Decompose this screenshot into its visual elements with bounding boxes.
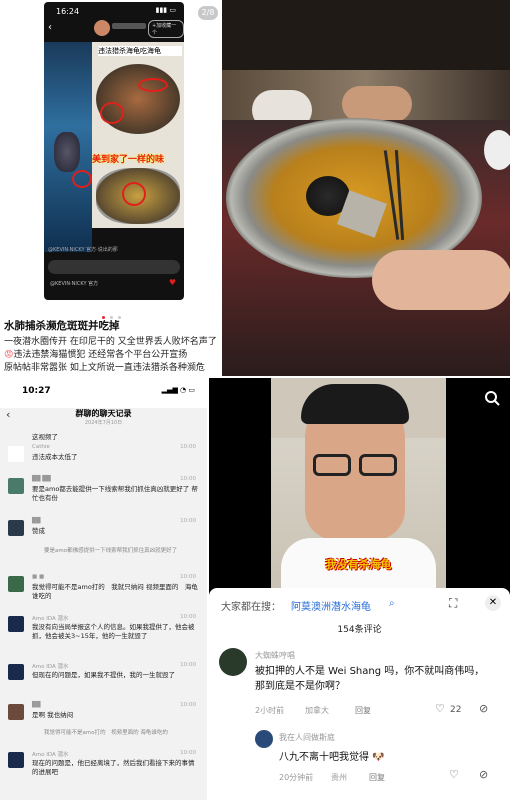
comment-count: 154条评论 (337, 625, 382, 635)
like-heart-icon[interactable]: ♡ (449, 768, 459, 781)
chat-message: ██ ██ 10:00 要是amo都去能提供一下线索帮我们抓住真凶就更好了 帮忙… (4, 476, 204, 510)
hair (301, 384, 409, 424)
comment-username[interactable]: 大蜘蛛哼唱 (255, 650, 295, 661)
diver-photo (44, 42, 92, 252)
battery-icon: ▮▮▮ ▭ (155, 6, 176, 14)
emoji-icon: 🐶 (372, 752, 385, 763)
article-body: 一夜潜水圈传开 在印尼干的 又全世界丢人败坏名声了 😡违法违禁海猫惯犯 还经常各… (4, 336, 220, 375)
chat-message-quote: 我觉得可能不是amo打的 视频里面的 海龟谁吃的 (44, 730, 168, 736)
dislike-icon[interactable]: ⊘ (479, 702, 488, 715)
avatar[interactable] (219, 648, 247, 676)
follow-button[interactable]: +加收藏一个 (148, 20, 184, 38)
chat-message: Amo IDA 潜水 10:00 我没有向当局举报这个人的信息。如果我提供了，他… (4, 614, 204, 658)
comment-location: 加拿大 (305, 706, 329, 715)
chat-message: Cathie 10:00 违法成本太低了 (4, 444, 204, 470)
signal-battery-icon: ▂▄▆ ◔ ▭ (161, 386, 195, 394)
comment-text: 被扣押的人不是 Wei Shang 吗，你不就叫商伟吗，那到底是不是你啊？ (255, 666, 485, 692)
page-indicator: 2/8 (198, 6, 218, 20)
video-frame[interactable]: 我没有杀海龟 (271, 378, 446, 592)
video-caption: 我没有杀海龟 (325, 558, 392, 571)
username-blur (112, 23, 146, 29)
chat-title: 群聊的聊天记录 (75, 409, 132, 418)
search-icon[interactable]: ⌕ (389, 598, 395, 609)
like-count: 22 (450, 705, 462, 715)
overlay-caption: 美到家了一样的味 (92, 155, 165, 165)
article-line-2: 😡违法违禁海猫惯犯 还经常各个平台公开宣扬 (4, 350, 188, 360)
post-meta: @KEVIN·NICKY 官方·说出的那 (48, 247, 118, 253)
overlay-title: 违法猎杀海龟吃海龟 (98, 46, 182, 56)
post-screenshot-panel: 16:24 ▮▮▮ ▭ ‹ +加收藏一个 违法猎杀海龟吃海龟 美到家了一样的味 … (0, 0, 222, 376)
search-suggestion-link[interactable]: 阿莫澳洲潜水海龟 (291, 598, 371, 613)
chat-message: Amo IDA 潜水 10:00 但现在的问题是，如果我不提供，我的一生就毁了 (4, 662, 204, 696)
fullscreen-icon[interactable]: ⛶ (449, 596, 457, 611)
article-line-1: 一夜潜水圈传开 在印尼干的 又全世界丢人败坏名声了 (4, 337, 217, 347)
carousel-dots (102, 304, 122, 319)
search-prompt: 大家都在搜： (221, 602, 281, 613)
chat-message: Amo IDA 潜水 10:00 现在的问题是，他已经离境了，然后我们看接下来的… (4, 750, 204, 794)
chat-message: 这视频了 (32, 433, 58, 441)
status-time: 16:24 (56, 7, 80, 16)
avatar[interactable] (94, 20, 110, 36)
status-time: 10:27 (22, 386, 51, 396)
back-arrow-icon[interactable]: ‹ (48, 22, 52, 33)
like-heart-icon[interactable]: ♡ (435, 702, 445, 715)
pot-photo: 违法猎杀海龟吃海龟 美到家了一样的味 (92, 42, 184, 228)
glasses (313, 454, 351, 476)
search-icon[interactable] (484, 390, 500, 406)
post-username: @KEVIN·NICKY 官方 (50, 281, 99, 287)
phone-screenshot: 16:24 ▮▮▮ ▭ ‹ +加收藏一个 违法猎杀海龟吃海龟 美到家了一样的味 … (44, 2, 184, 300)
reply-button[interactable]: 回复 (369, 772, 385, 783)
close-icon[interactable]: ✕ (485, 595, 501, 611)
comment-time: 2小时前 (255, 706, 285, 715)
pot-closeup-photo (222, 0, 510, 376)
emoji-icon: 😡 (4, 350, 14, 360)
hand (372, 250, 510, 310)
comment-username[interactable]: 我在人间做斯庭 (279, 732, 335, 743)
comments-sheet: 大家都在搜： 阿莫澳洲潜水海龟 ⌕ ⛶ ✕ 154条评论 大蜘蛛哼唱 被扣押的人… (209, 588, 510, 800)
comment-time: 20分钟前 (279, 773, 314, 782)
heart-icon[interactable]: ♥ (169, 278, 176, 287)
avatar[interactable] (255, 730, 273, 748)
chat-message: ■ ■ 10:00 我觉得可能不是amo打的 我就只纳闷 视频里面的 海龟谁吃的 (4, 574, 204, 608)
comment-location: 贵州 (331, 773, 347, 782)
comment-input[interactable] (48, 260, 180, 274)
comment-text: 八九不离十吧我觉得 🐶 (279, 752, 385, 763)
chat-history-screenshot: 10:27 ▂▄▆ ◔ ▭ ‹ 群聊的聊天记录 2024年7月10日 这视频了 … (0, 378, 207, 800)
article-line-3: 原帖帖非常嚣张 如上文所说一直违法猎杀各种濒危 (4, 363, 205, 373)
video-comment-screenshot: 我没有杀海龟 大家都在搜： 阿莫澳洲潜水海龟 ⌕ ⛶ ✕ 154条评论 大蜘蛛哼… (209, 378, 510, 800)
chat-message-quote: 要是amo都佛感提供一下线索帮我们抓住真凶就更好了 (44, 548, 178, 554)
reply-button[interactable]: 回复 (355, 705, 371, 716)
dislike-icon[interactable]: ⊘ (479, 768, 488, 781)
article-title: 水肺捕杀濒危斑斑并吃掉 (4, 320, 120, 332)
